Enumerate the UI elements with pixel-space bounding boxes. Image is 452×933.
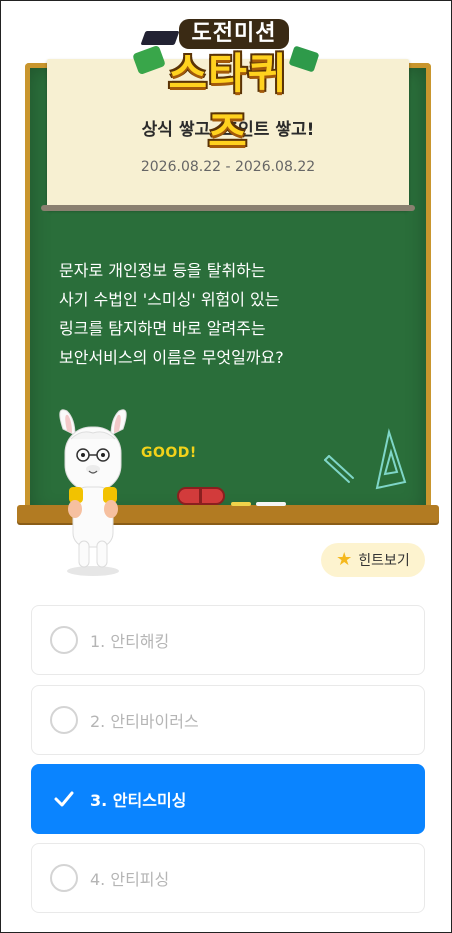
eraser-icon — [177, 487, 225, 505]
question-line: 링크를 탐지하면 바로 알려주는 — [59, 319, 266, 338]
scroll-rod — [41, 205, 415, 211]
answer-option-label: 2. 안티바이러스 — [90, 712, 199, 731]
yellow-chalk-icon — [231, 502, 251, 506]
question-line: 문자로 개인정보 등을 탈취하는 — [59, 261, 266, 280]
ruler-doodle-icon — [324, 428, 407, 490]
answer-option-4[interactable]: 4. 안티피싱 — [31, 843, 425, 913]
checkmark-icon — [50, 785, 78, 813]
question-text: 문자로 개인정보 등을 탈취하는 사기 수법인 '스미싱' 위험이 있는 링크를… — [59, 256, 399, 372]
radio-circle-icon — [50, 706, 78, 734]
graduation-cap-icon — [140, 31, 180, 45]
radio-circle-icon — [50, 864, 78, 892]
radio-circle-icon — [50, 626, 78, 654]
hint-button-label: 힌트보기 — [358, 553, 410, 569]
hint-button[interactable]: ★ 힌트보기 — [321, 543, 425, 577]
star-quiz-logo: 도전미션 스타퀴즈 — [132, 19, 320, 156]
star-icon: ★ — [336, 549, 353, 570]
question-line: 보안서비스의 이름은 무엇일까요? — [59, 348, 284, 367]
white-chalk-icon — [256, 502, 286, 506]
answer-option-label: 3. 안티스미싱 — [90, 791, 187, 810]
answer-option-label: 1. 안티해킹 — [90, 632, 170, 651]
logo-main-text: 스타퀴즈 — [168, 49, 288, 156]
answer-option-2[interactable]: 2. 안티바이러스 — [31, 685, 425, 755]
answer-option-1[interactable]: 1. 안티해킹 — [31, 605, 425, 675]
answer-option-3[interactable]: 3. 안티스미싱 — [31, 764, 425, 834]
alpaca-mascot-icon — [59, 409, 127, 576]
answer-option-label: 4. 안티피싱 — [90, 870, 170, 889]
mission-date-range: 2026.08.22 - 2026.08.22 — [140, 159, 316, 175]
good-chalk-text: GOOD! — [141, 445, 197, 461]
logo-main: 스타퀴즈 — [149, 45, 307, 156]
question-line: 사기 수법인 '스미싱' 위험이 있는 — [59, 290, 280, 309]
